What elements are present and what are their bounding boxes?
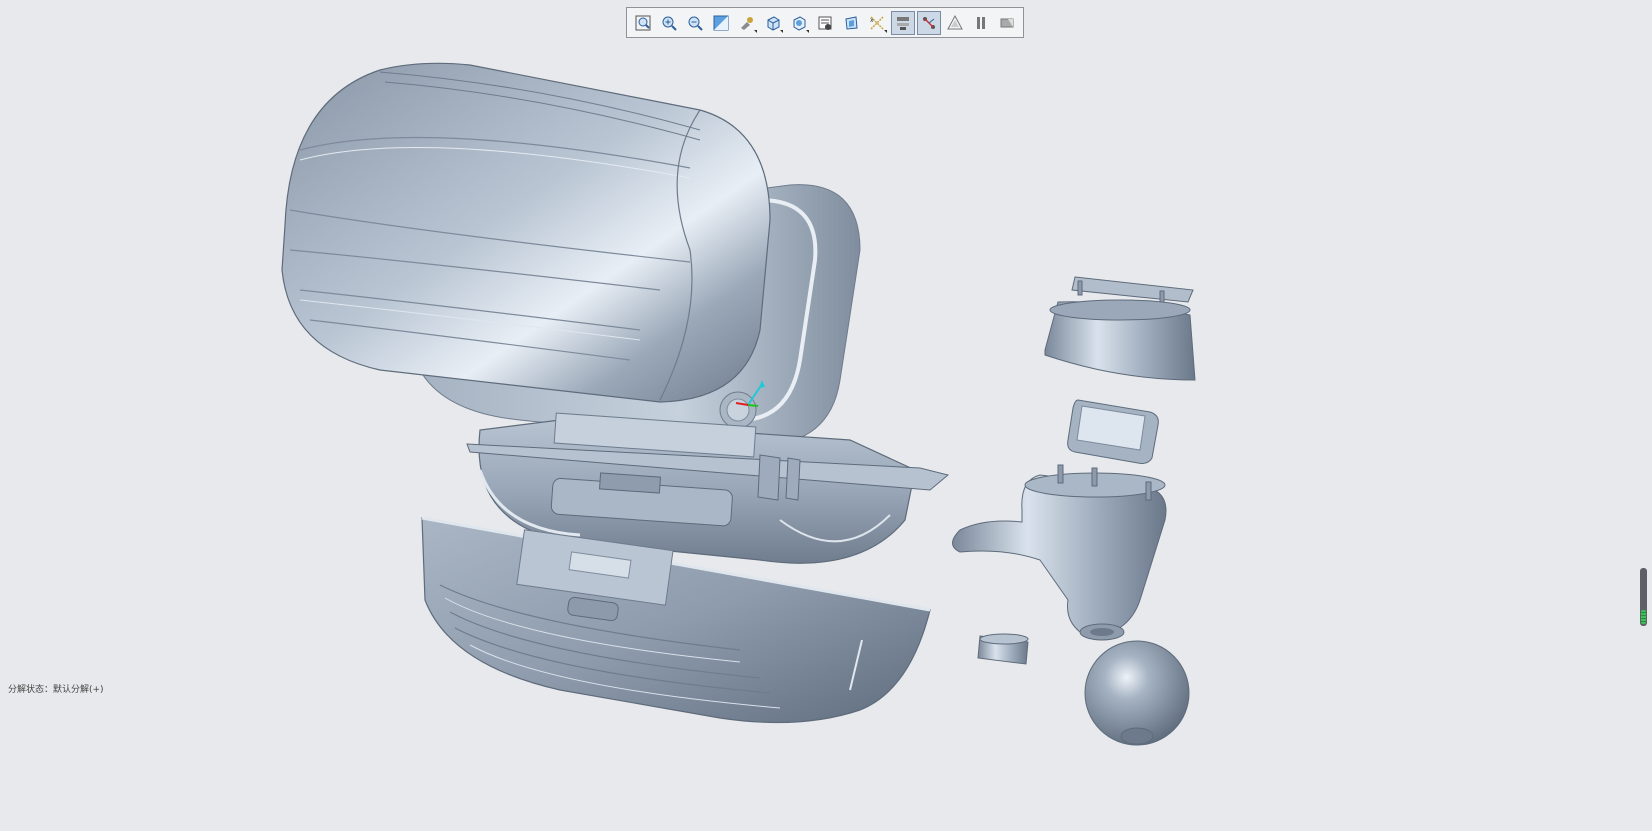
spin-center-icon: [1000, 18, 1014, 27]
toggle-offset-lines-icon: [923, 16, 935, 29]
earbud-top-cap[interactable]: [1044, 276, 1196, 381]
view-manager-button[interactable]: [735, 11, 759, 35]
zoom-fit-button[interactable]: [631, 11, 655, 35]
flyout-arrow-icon: [884, 29, 887, 33]
earbud-ring[interactable]: [977, 633, 1029, 665]
svg-text:x: x: [870, 17, 874, 24]
flyout-arrow-icon: [806, 29, 809, 33]
zoom-in-button[interactable]: [657, 11, 681, 35]
toggle-explode-icon: [897, 16, 909, 30]
named-views-button[interactable]: [787, 11, 811, 35]
toggle-explode-button[interactable]: [891, 10, 915, 35]
view-manager-palette-button[interactable]: [813, 11, 837, 35]
perspective-icon: [845, 15, 858, 30]
datum-display-button[interactable]: x: [865, 11, 889, 35]
earbud-battery[interactable]: [1067, 399, 1159, 464]
explode-state-label: 分解状态：默认分解(+): [8, 685, 104, 695]
perspective-button[interactable]: [839, 11, 863, 35]
spin-center-button[interactable]: [995, 11, 1019, 35]
zoom-out-button[interactable]: [683, 11, 707, 35]
annotation-display-button[interactable]: [943, 11, 967, 35]
view-toolbar: x: [626, 7, 1024, 38]
graphics-viewport[interactable]: x 分解状态：默认分解(+): [0, 0, 1652, 831]
repaint-button[interactable]: [709, 11, 733, 35]
toggle-offset-lines-button[interactable]: [917, 10, 941, 35]
wheel-zoom-indicator: [1640, 568, 1647, 626]
case-lid[interactable]: [281, 62, 771, 403]
wheel-zoom-indicator-fill: [1641, 609, 1646, 624]
flyout-arrow-icon: [754, 29, 757, 33]
display-style-button[interactable]: [761, 11, 785, 35]
annotation-display-icon: [947, 14, 963, 29]
zoom-out-icon: [688, 16, 703, 31]
view-manager-palette-icon: [818, 16, 832, 30]
flyout-arrow-icon: [780, 29, 783, 33]
exploded-assembly-model[interactable]: [0, 0, 1652, 831]
pause-icon: [977, 16, 985, 29]
earbud-ear-tip[interactable]: [1084, 640, 1190, 746]
zoom-fit-icon: [635, 15, 651, 30]
zoom-in-icon: [662, 16, 677, 31]
repaint-icon: [713, 15, 729, 30]
earbud-body[interactable]: [952, 464, 1167, 641]
pause-button[interactable]: [969, 11, 993, 35]
